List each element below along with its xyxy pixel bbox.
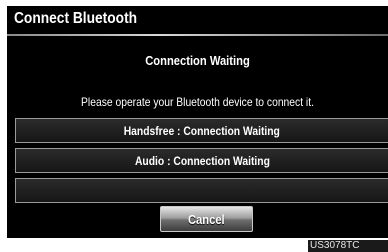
status-heading: Connection Waiting — [145, 53, 250, 68]
audio-status-label: Audio : Connection Waiting — [134, 153, 270, 168]
cancel-button[interactable]: Cancel — [160, 206, 253, 232]
screen-title: Connect Bluetooth — [14, 10, 138, 27]
connect-bluetooth-screen: Connect Bluetooth Connection Waiting Ple… — [7, 6, 388, 238]
cancel-button-label: Cancel — [188, 211, 225, 227]
handsfree-status-label: Handsfree : Connection Waiting — [123, 123, 281, 138]
figure-code: US3078TC — [308, 240, 388, 252]
handsfree-status-row: Handsfree : Connection Waiting — [15, 118, 388, 143]
empty-status-row — [15, 178, 388, 203]
title-divider — [7, 34, 388, 36]
audio-status-row: Audio : Connection Waiting — [15, 148, 388, 173]
status-message: Please operate your Bluetooth device to … — [81, 95, 314, 109]
